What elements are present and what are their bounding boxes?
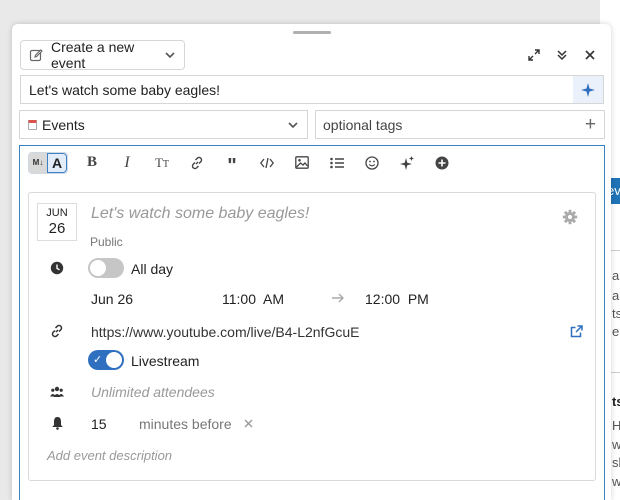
arrow-right-icon [332,293,344,303]
emoji-icon [365,155,379,170]
check-icon: ✓ [93,354,103,366]
pencil-icon [29,49,43,62]
event-month: JUN [46,207,68,219]
editor-toolbar: M↓ A B I TT " [28,151,452,177]
link-button[interactable] [187,152,207,174]
quote-button[interactable]: " [222,152,242,177]
attendees-input[interactable]: Unlimited attendees [91,384,215,400]
code-button[interactable] [257,152,277,174]
background-text: e [612,324,620,339]
event-description-input[interactable]: Add event description [47,448,172,463]
composer-action-label: Create a new event [51,39,135,71]
expand-button[interactable] [523,44,545,66]
background-text: ts [612,306,620,321]
background-text: sl [612,455,620,470]
bold-button[interactable]: B [82,152,102,174]
quote-icon: " [227,154,237,177]
category-label: Events [42,116,85,133]
collapse-icon [557,50,567,61]
plus-circle-icon [435,156,449,169]
background-text: w [612,437,620,452]
chevron-down-icon [165,52,175,59]
event-date-badge: JUN 26 [37,203,77,241]
start-date[interactable]: Jun 26 [91,291,133,307]
editor-mode-toggle[interactable]: M↓ A [28,151,68,174]
event-visibility: Public [90,235,123,249]
bell-icon [50,416,64,430]
all-day-label: All day [131,261,174,277]
image-button[interactable] [292,152,312,174]
toggle-knob [90,260,106,276]
livestream-label: Livestream [131,353,200,369]
topic-title-input[interactable]: Let's watch some baby eagles! [20,75,604,104]
link-icon [191,156,203,169]
italic-button[interactable]: I [117,152,137,174]
composer-action-select[interactable]: Create a new event [20,39,185,71]
emoji-button[interactable] [362,152,382,174]
clock-icon [50,261,64,275]
code-icon [260,157,274,168]
background-text: a [612,288,620,303]
reminder-unit[interactable]: minutes before [139,416,232,432]
users-icon [50,385,64,399]
calendar-icon [28,119,37,130]
event-title: Let's watch some baby eagles! [91,205,310,222]
background-text: ar [612,268,620,283]
end-time[interactable]: 12:00 PM [365,291,429,307]
italic-icon: I [124,153,130,171]
heading-icon: TT [154,154,170,170]
background-text: ts [612,394,620,409]
image-icon [295,156,309,169]
resize-grip[interactable] [293,31,331,34]
background-text: w [612,474,620,489]
expand-icon [528,49,540,61]
all-day-toggle[interactable] [88,258,124,278]
tags-input[interactable]: optional tags + [315,110,605,139]
close-button[interactable] [579,44,601,66]
start-time[interactable]: 11:00 AM [222,291,284,307]
sparkle-icon [400,155,414,170]
ai-suggest-button[interactable] [573,76,603,103]
tags-placeholder: optional tags [323,116,403,133]
gear-icon[interactable] [562,209,578,225]
bullet-list-button[interactable] [327,152,347,174]
event-day: 26 [48,220,66,237]
sparkle-icon [581,82,595,97]
markdown-mode-icon[interactable]: M↓ [29,152,47,173]
ai-helper-button[interactable] [397,152,417,174]
bullet-list-icon [330,157,344,168]
toggle-knob [106,352,122,368]
livestream-toggle[interactable]: ✓ [88,350,124,370]
background-text: H [612,418,620,433]
reminder-value[interactable]: 15 [91,416,107,432]
heading-button[interactable]: TT [152,152,172,174]
external-link-icon[interactable] [570,325,583,338]
bold-icon: B [86,154,97,170]
more-options-button[interactable] [432,152,452,174]
collapse-button[interactable] [551,44,573,66]
event-url[interactable]: https://www.youtube.com/live/B4-L2nfGcuE [91,324,359,340]
link-icon [50,324,64,338]
close-icon [585,50,595,60]
plus-icon: + [584,114,596,135]
close-icon[interactable] [244,419,253,428]
chevron-down-icon [288,121,298,128]
rich-text-mode-icon[interactable]: A [47,152,67,173]
category-select[interactable]: Events [19,110,308,139]
